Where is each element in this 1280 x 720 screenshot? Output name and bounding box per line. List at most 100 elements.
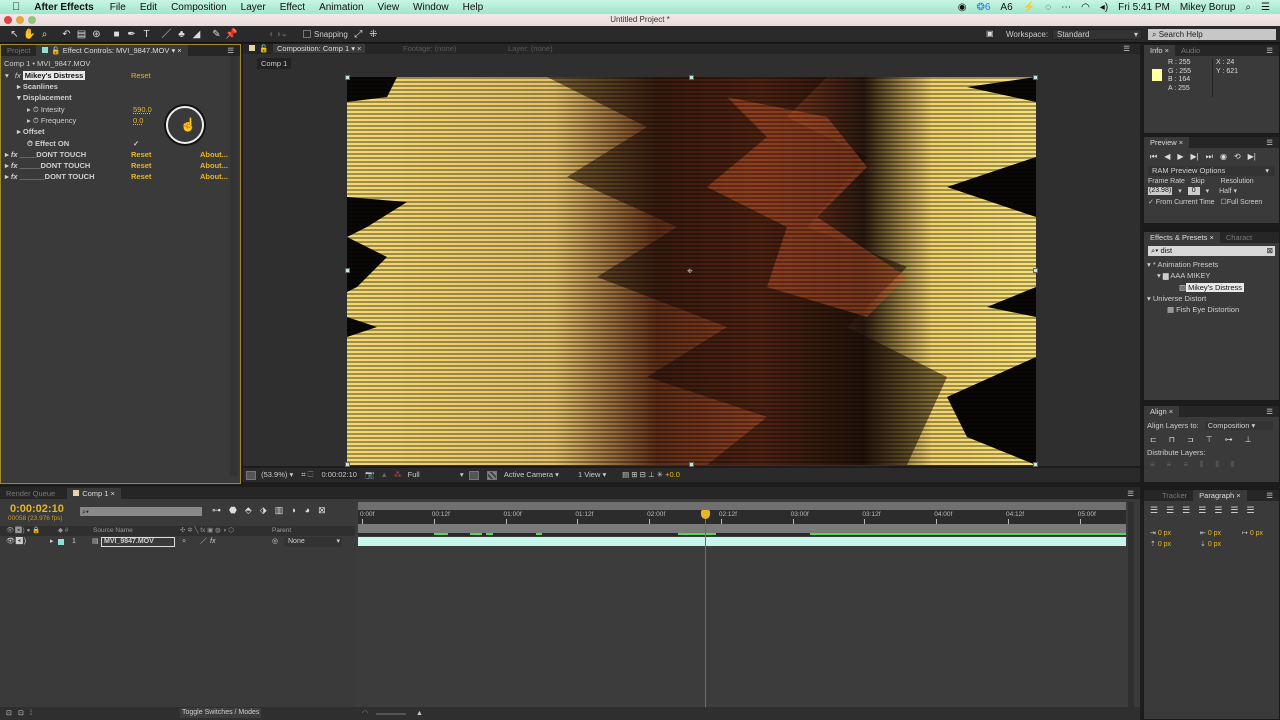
roto-brush-tool-icon[interactable]: ✎	[210, 28, 223, 41]
tab-project[interactable]: Project	[1, 45, 36, 56]
fx-switch-icon[interactable]: fx	[210, 537, 215, 547]
puppet-pin-tool-icon[interactable]: 📌	[225, 28, 238, 41]
align-horizontal-center-icon[interactable]: ⊓	[1169, 435, 1175, 444]
layer-handle-tr[interactable]	[1033, 75, 1038, 80]
effect-row-dont-touch-1[interactable]: ▸ fx ____DONT TOUCH Reset About...	[1, 149, 231, 160]
menu-edit[interactable]: Edit	[140, 2, 157, 13]
tab-preview[interactable]: Preview ×	[1144, 137, 1190, 148]
effect-row-dont-touch-3[interactable]: ▸ fx ______DONT TOUCH Reset About...	[1, 171, 231, 182]
notification-icon[interactable]: ☰	[1261, 2, 1270, 13]
anchor-point-icon[interactable]: ⌖	[687, 266, 693, 277]
last-frame-icon[interactable]: ⏭	[1206, 152, 1213, 162]
align-vertical-center-icon[interactable]: ⊶	[1225, 435, 1233, 444]
layer-handle-bc[interactable]	[689, 462, 694, 467]
expand-arrow-icon[interactable]: ▸	[50, 537, 54, 547]
reset-button[interactable]: Reset	[131, 149, 151, 160]
clock[interactable]: Fri 5:41 PM	[1118, 2, 1170, 13]
comp-mini-flowchart-icon[interactable]: ⊶	[212, 505, 221, 516]
shy-switch-icon[interactable]: ⸰	[182, 537, 186, 547]
close-window-button[interactable]	[4, 16, 12, 24]
menu-window[interactable]: Window	[413, 2, 449, 13]
resolution-dropdown[interactable]: Half ▾	[1219, 187, 1259, 195]
menu-file[interactable]: File	[110, 2, 126, 13]
zoom-window-button[interactable]	[28, 16, 36, 24]
play-icon[interactable]: ▶	[1177, 152, 1183, 162]
expand-arrow-icon[interactable]: ▾	[5, 71, 9, 80]
menu-effect[interactable]: Effect	[280, 2, 305, 13]
justify-last-right-icon[interactable]: ☰	[1230, 505, 1238, 516]
graph-editor-icon[interactable]: ⊠	[318, 505, 326, 516]
group-scanlines[interactable]: ▸ Scanlines	[17, 81, 247, 92]
exposure-value[interactable]: +0.0	[665, 470, 680, 479]
in-out-pane-icon[interactable]: ⁞	[30, 707, 32, 720]
transparency-grid-icon[interactable]	[486, 470, 497, 480]
layer-duration-bar[interactable]	[358, 537, 1126, 546]
user-name[interactable]: Mikey Borup	[1180, 2, 1236, 13]
menu-view[interactable]: View	[378, 2, 400, 13]
chevron-down-icon[interactable]: ▾	[1206, 187, 1210, 195]
pen-tool-icon[interactable]: ✒	[125, 28, 138, 41]
effect-row-mikeys-distress[interactable]: ▾ fx Mikey's Distress Reset	[1, 70, 231, 81]
time-machine-icon[interactable]: ◌	[1045, 2, 1051, 13]
distribute-vcenter-icon[interactable]: ≡	[1167, 460, 1172, 470]
tab-render-queue[interactable]: Render Queue	[0, 488, 61, 499]
menu-layer[interactable]: Layer	[241, 2, 266, 13]
search-help-field[interactable]: ⌕ Search Help	[1148, 29, 1276, 40]
workspace-icon[interactable]: ▣	[986, 29, 994, 38]
minimize-window-button[interactable]	[16, 16, 24, 24]
align-left-icon[interactable]: ⊏	[1150, 435, 1157, 444]
parent-dropdown[interactable]: None ▾	[284, 537, 342, 547]
hide-shy-layers-icon[interactable]: ⬗	[260, 505, 267, 516]
hand-tool-icon[interactable]: ✋	[23, 28, 36, 41]
align-right-icon[interactable]: ⊐	[1187, 435, 1194, 444]
timeline-search-field[interactable]: ⌕▾	[80, 507, 202, 516]
layer-handle-br[interactable]	[1033, 462, 1038, 467]
composition-flowchart-icon[interactable]: ⊥	[648, 470, 655, 479]
current-time-display[interactable]: 0:00:02:10	[319, 470, 359, 479]
flowchart-icon[interactable]: ⊟	[640, 470, 646, 479]
panel-menu-icon[interactable]: ☰	[1266, 491, 1273, 500]
tab-paragraph[interactable]: Paragraph ×	[1193, 490, 1247, 501]
effect-row-dont-touch-2[interactable]: ▸ fx _____DONT TOUCH Reset About...	[1, 160, 231, 171]
layer-row[interactable]: 👁◀) ▸ 1 ▤ MVI_9847.MOV ⸰ ／ fx ◎ None ▾	[0, 537, 355, 547]
spotlight-icon[interactable]: ⌕	[1245, 2, 1251, 13]
distribute-hcenter-icon[interactable]: ⫴	[1215, 460, 1218, 470]
bluetooth-icon[interactable]: ⋯	[1061, 2, 1071, 13]
indent-right-value[interactable]: 0 px	[1208, 530, 1221, 537]
zoom-out-icon[interactable]: ◠	[362, 707, 368, 720]
fx-icon[interactable]: fx	[11, 172, 18, 181]
lock-icon[interactable]: 🔓	[51, 46, 60, 55]
grid-icon[interactable]: ⌗	[301, 470, 305, 479]
layer-label-color[interactable]	[58, 539, 64, 545]
snap-features-icon[interactable]: ⁜	[367, 28, 380, 41]
tab-layer[interactable]: Layer: (none)	[508, 44, 553, 53]
group-displacement[interactable]: ▾ Displacement	[17, 92, 247, 103]
toggle-switches-modes-button[interactable]: Toggle Switches / Modes	[180, 708, 262, 718]
tree-item-fish-eye-distortion[interactable]: ▦ Fish Eye Distortion	[1147, 304, 1279, 315]
expand-arrow-icon[interactable]: ▸	[27, 105, 31, 114]
panel-menu-icon[interactable]: ☰	[1123, 44, 1130, 53]
stopwatch-icon[interactable]: ⏱	[33, 105, 39, 114]
tab-effect-controls[interactable]: 🔓 Effect Controls: MVI_9847.MOV ▾ ×	[36, 45, 188, 56]
about-button[interactable]: About...	[200, 171, 228, 182]
zoom-tool-icon[interactable]: ⌕	[38, 28, 51, 41]
skip-field[interactable]: 0	[1187, 187, 1200, 195]
panel-menu-icon[interactable]: ☰	[1266, 407, 1273, 416]
intensity-value[interactable]: 590.0	[133, 104, 152, 115]
record-icon[interactable]: ◉	[958, 2, 967, 13]
apple-icon[interactable]: 	[12, 1, 20, 13]
expand-arrow-icon[interactable]: ▸	[5, 172, 9, 181]
ram-preview-icon[interactable]: ▶|	[1248, 152, 1256, 162]
panel-menu-icon[interactable]: ☰	[227, 46, 234, 55]
frame-rate-dropdown[interactable]: (23.98)	[1148, 187, 1173, 195]
snapping-checkbox[interactable]	[303, 30, 311, 38]
tab-composition[interactable]: Composition: Comp 1 ▾ ×	[273, 44, 366, 53]
creative-cloud-icon[interactable]: ❂6	[976, 2, 990, 13]
adobe-icon[interactable]: A6	[1000, 2, 1012, 13]
camera-tool-icon[interactable]: ▤	[75, 28, 88, 41]
align-top-icon[interactable]: ⊤	[1206, 435, 1213, 444]
menu-animation[interactable]: Animation	[319, 2, 363, 13]
stopwatch-icon[interactable]: ⏱	[33, 116, 39, 125]
center-text-icon[interactable]: ☰	[1166, 505, 1174, 516]
justify-last-left-icon[interactable]: ☰	[1198, 505, 1206, 516]
